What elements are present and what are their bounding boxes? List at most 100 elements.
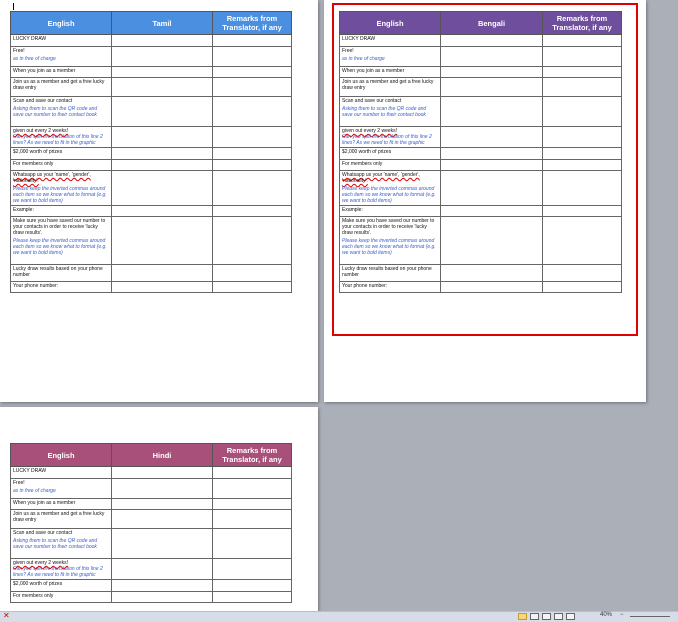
english-cell[interactable]: Whatsapp us your 'name', 'gender', 'nati…: [10, 170, 112, 206]
remarks-cell[interactable]: [212, 579, 292, 592]
english-cell[interactable]: Make sure you have saved our number to y…: [339, 216, 441, 265]
english-cell[interactable]: Your phone number:: [10, 281, 112, 293]
english-cell[interactable]: Your phone number:: [339, 281, 441, 293]
remarks-cell[interactable]: [542, 96, 622, 127]
print-layout-view-icon[interactable]: [518, 613, 527, 620]
remarks-cell[interactable]: [212, 159, 292, 171]
remarks-cell[interactable]: [542, 147, 622, 160]
translation-cell[interactable]: [111, 509, 213, 529]
english-cell[interactable]: LUCKY DRAW: [10, 466, 112, 479]
translation-cell[interactable]: [440, 126, 543, 148]
translation-cell[interactable]: [111, 498, 213, 510]
english-cell[interactable]: LUCKY DRAW: [10, 34, 112, 47]
outline-view-icon[interactable]: [554, 613, 563, 620]
remarks-cell[interactable]: [212, 77, 292, 97]
remarks-cell[interactable]: [542, 205, 622, 217]
english-cell[interactable]: $2,000 worth of prizes: [339, 147, 441, 160]
translation-cell[interactable]: [111, 579, 213, 592]
remarks-cell[interactable]: [212, 281, 292, 293]
translation-cell[interactable]: [440, 159, 543, 171]
english-cell[interactable]: When you join as a member: [10, 498, 112, 510]
translation-cell[interactable]: [111, 466, 213, 479]
remarks-cell[interactable]: [212, 216, 292, 265]
english-cell[interactable]: When you join as a member: [10, 66, 112, 78]
translation-cell[interactable]: [440, 264, 543, 282]
draft-view-icon[interactable]: [566, 613, 575, 620]
translation-cell[interactable]: [111, 591, 213, 603]
translation-cell[interactable]: [440, 46, 543, 67]
english-cell[interactable]: Free! as in free of charge: [10, 478, 112, 499]
full-screen-view-icon[interactable]: [530, 613, 539, 620]
remarks-cell[interactable]: [212, 126, 292, 148]
english-cell[interactable]: When you join as a member: [339, 66, 441, 78]
translation-cell[interactable]: [111, 205, 213, 217]
remarks-cell[interactable]: [212, 498, 292, 510]
translation-cell[interactable]: [111, 66, 213, 78]
translation-cell[interactable]: [111, 159, 213, 171]
english-cell[interactable]: Join us as a member and get a free lucky…: [339, 77, 441, 97]
translation-cell[interactable]: [111, 77, 213, 97]
remarks-cell[interactable]: [212, 46, 292, 67]
translation-cell[interactable]: [111, 264, 213, 282]
english-cell[interactable]: Free! as in free of charge: [10, 46, 112, 67]
translation-cell[interactable]: [111, 216, 213, 265]
english-cell[interactable]: Scan and save our contact Asking them to …: [339, 96, 441, 127]
english-cell[interactable]: Join us as a member and get a free lucky…: [10, 77, 112, 97]
translation-cell[interactable]: [111, 558, 213, 580]
english-cell[interactable]: For members only: [10, 591, 112, 603]
zoom-out-icon[interactable]: −: [620, 612, 624, 618]
translation-cell[interactable]: [111, 281, 213, 293]
remarks-cell[interactable]: [212, 264, 292, 282]
remarks-cell[interactable]: [212, 170, 292, 206]
remarks-cell[interactable]: [212, 147, 292, 160]
english-cell[interactable]: Scan and save our contact Asking them to …: [10, 96, 112, 127]
remarks-cell[interactable]: [542, 34, 622, 47]
translation-cell[interactable]: [440, 147, 543, 160]
remarks-cell[interactable]: [542, 66, 622, 78]
remarks-cell[interactable]: [212, 34, 292, 47]
translation-cell[interactable]: [440, 34, 543, 47]
english-cell[interactable]: Whatsapp us your 'name', 'gender', 'nati…: [339, 170, 441, 206]
remarks-cell[interactable]: [542, 126, 622, 148]
english-cell[interactable]: Example:: [10, 205, 112, 217]
remarks-cell[interactable]: [212, 96, 292, 127]
remarks-cell[interactable]: [212, 558, 292, 580]
english-cell[interactable]: Free! as in free of charge: [339, 46, 441, 67]
remarks-cell[interactable]: [212, 478, 292, 499]
translation-cell[interactable]: [111, 34, 213, 47]
translation-cell[interactable]: [111, 170, 213, 206]
remarks-cell[interactable]: [212, 466, 292, 479]
english-cell[interactable]: For members only: [10, 159, 112, 171]
translation-cell[interactable]: [111, 126, 213, 148]
remarks-cell[interactable]: [212, 591, 292, 603]
translation-cell[interactable]: [111, 96, 213, 127]
english-cell[interactable]: Lucky draw results based on your phone n…: [339, 264, 441, 282]
remarks-cell[interactable]: [212, 509, 292, 529]
translation-cell[interactable]: [440, 66, 543, 78]
english-cell[interactable]: given out every 2 weeks! Can you split th…: [10, 126, 112, 148]
english-cell[interactable]: given out every 2 weeks! Can you split th…: [10, 558, 112, 580]
translation-cell[interactable]: [111, 147, 213, 160]
remarks-cell[interactable]: [542, 46, 622, 67]
english-cell[interactable]: Make sure you have saved our number to y…: [10, 216, 112, 265]
remarks-cell[interactable]: [542, 264, 622, 282]
web-layout-view-icon[interactable]: [542, 613, 551, 620]
remarks-cell[interactable]: [542, 77, 622, 97]
translation-cell[interactable]: [111, 478, 213, 499]
translation-cell[interactable]: [111, 46, 213, 67]
english-cell[interactable]: LUCKY DRAW: [339, 34, 441, 47]
remarks-cell[interactable]: [542, 159, 622, 171]
english-cell[interactable]: $2,000 worth of prizes: [10, 147, 112, 160]
translation-cell[interactable]: [440, 281, 543, 293]
translation-cell[interactable]: [440, 205, 543, 217]
english-cell[interactable]: Example:: [339, 205, 441, 217]
translation-cell[interactable]: [111, 528, 213, 559]
zoom-slider[interactable]: [630, 616, 670, 617]
translation-cell[interactable]: [440, 77, 543, 97]
english-cell[interactable]: $2,000 worth of prizes: [10, 579, 112, 592]
remarks-cell[interactable]: [542, 281, 622, 293]
remarks-cell[interactable]: [212, 528, 292, 559]
english-cell[interactable]: given out every 2 weeks! Can you split th…: [339, 126, 441, 148]
zoom-level[interactable]: 40%: [600, 612, 612, 618]
remarks-cell[interactable]: [212, 205, 292, 217]
